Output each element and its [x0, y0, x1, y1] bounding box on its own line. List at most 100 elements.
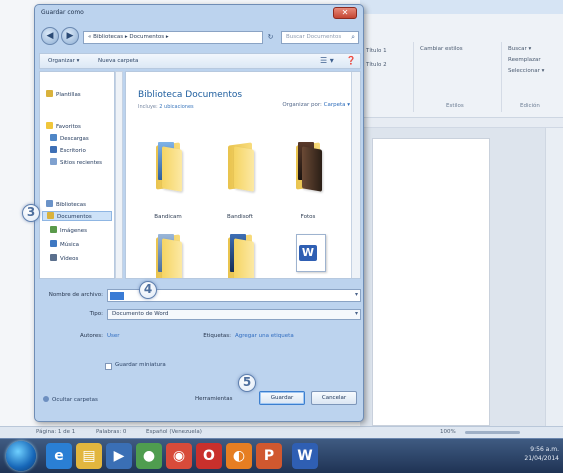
tools-menu[interactable]: Herramientas — [195, 396, 232, 402]
library-icon — [46, 200, 53, 207]
taskbar-ie-icon[interactable]: e — [46, 443, 72, 469]
ribbon-button[interactable]: Cambiar estilos — [420, 46, 463, 55]
ribbon-button[interactable]: Título 1 — [366, 48, 387, 57]
taskbar-media-icon[interactable]: ▶ — [106, 443, 132, 469]
folder-label: Bandicam — [154, 214, 182, 220]
word-scrollbar[interactable] — [545, 128, 563, 426]
address-bar[interactable]: « Bibliotecas ▸ Documentos ▸ — [83, 31, 263, 44]
file-list: Biblioteca Documentos Incluye: 2 ubicaci… — [125, 71, 361, 279]
taskbar-app-icon[interactable]: ● — [136, 443, 162, 469]
search-placeholder: Buscar Documentos — [286, 34, 342, 40]
close-button[interactable]: ✕ — [333, 7, 357, 19]
word-page[interactable] — [372, 138, 490, 426]
screen: Título 1 Título 2 Cambiar estilos Estilo… — [0, 0, 563, 473]
tags-value[interactable]: Agregar una etiqueta — [235, 333, 294, 339]
forward-button[interactable]: ▶ — [61, 27, 79, 45]
cancel-button[interactable]: Cancelar — [311, 391, 357, 405]
desktop-icon — [50, 146, 57, 153]
save-thumbnail-checkbox[interactable] — [105, 363, 112, 370]
save-button[interactable]: Guardar — [259, 391, 305, 405]
file-list-scrollbar[interactable] — [351, 72, 360, 278]
save-as-dialog: Guardar como ✕ ◀ ▶ « Bibliotecas ▸ Docum… — [34, 4, 364, 422]
music-icon — [50, 240, 57, 247]
locations-link[interactable]: 2 ubicaciones — [159, 104, 193, 110]
taskbar-word-icon[interactable]: W — [292, 443, 318, 469]
folder-item[interactable] — [220, 230, 260, 278]
taskbar-opera-icon[interactable]: O — [196, 443, 222, 469]
search-input[interactable]: Buscar Documentos ⌕ — [281, 31, 359, 44]
filetype-select[interactable]: Documento de Word ▾ — [107, 309, 361, 320]
folder-bandisoft[interactable] — [220, 138, 260, 192]
navigation-pane: Plantillas Favoritos Descargas Escritori… — [39, 71, 115, 279]
nav-scrollbar[interactable] — [115, 71, 123, 279]
help-icon[interactable]: ❓ — [346, 56, 356, 65]
nav-item-music[interactable]: Música — [50, 240, 79, 250]
status-language[interactable]: Español (Venezuela) — [146, 429, 202, 435]
filename-label: Nombre de archivo: — [48, 292, 103, 298]
folder-bandicam[interactable] — [148, 138, 188, 192]
nav-item-documents[interactable]: Documentos — [42, 211, 112, 221]
callout-3: 3 — [22, 204, 40, 222]
nav-item-favorites[interactable]: Favoritos — [46, 122, 81, 132]
folder-label: Fotos — [300, 214, 316, 220]
folder-icon — [46, 90, 53, 97]
library-includes: Incluye: 2 ubicaciones — [138, 104, 194, 110]
chevron-down-icon: ▾ — [354, 310, 358, 317]
folder-label: Bandisoft — [227, 214, 253, 220]
replace-button[interactable]: Reemplazar — [508, 57, 541, 66]
ribbon-group-label: Edición — [520, 103, 540, 109]
arrange-by[interactable]: Organizar por: Carpeta ▾ — [282, 102, 350, 108]
ribbon-button[interactable]: Título 2 — [366, 62, 387, 71]
refresh-icon[interactable]: ↻ — [264, 31, 277, 44]
folder-icon — [162, 146, 182, 192]
nav-item-recent[interactable]: Sitios recientes — [50, 158, 102, 168]
new-folder-button[interactable]: Nueva carpeta — [98, 58, 138, 64]
nav-item-pictures[interactable]: Imágenes — [50, 226, 87, 236]
nav-item-videos[interactable]: Vídeos — [50, 254, 78, 264]
tray-date: 21/04/2014 — [524, 455, 559, 462]
start-button[interactable] — [6, 441, 36, 471]
taskbar: e ▤ ▶ ● ◉ O ◐ P W 9:56 a.m. 21/04/2014 — [0, 438, 563, 473]
status-words[interactable]: Palabras: 0 — [96, 429, 126, 435]
select-button[interactable]: Seleccionar ▾ — [508, 68, 544, 77]
taskbar-firefox-icon[interactable]: ◐ — [226, 443, 252, 469]
hide-folders-toggle[interactable]: Ocultar carpetas — [43, 396, 98, 403]
folder-item[interactable] — [148, 230, 188, 278]
folder-fotos[interactable] — [288, 138, 328, 192]
nav-item-libraries[interactable]: Bibliotecas — [46, 200, 86, 210]
word-status-bar: Página: 1 de 1 Palabras: 0 Español (Vene… — [0, 426, 563, 438]
video-icon — [50, 254, 57, 261]
nav-item-templates[interactable]: Plantillas — [46, 90, 81, 100]
zoom-slider[interactable] — [465, 431, 520, 434]
zoom-level[interactable]: 100% — [440, 429, 456, 435]
recent-places-icon — [50, 158, 57, 165]
dialog-title: Guardar como — [41, 9, 84, 16]
system-tray[interactable]: 9:56 a.m. 21/04/2014 — [524, 445, 559, 463]
download-icon — [50, 134, 57, 141]
back-button[interactable]: ◀ — [41, 27, 59, 45]
nav-item-downloads[interactable]: Descargas — [50, 134, 89, 144]
find-button[interactable]: Buscar ▾ — [508, 46, 531, 55]
ribbon-group-styles-left: Título 1 Título 2 — [364, 42, 414, 112]
ribbon-group-styles: Cambiar estilos Estilos — [416, 42, 502, 112]
pictures-icon — [50, 226, 57, 233]
word-titlebar — [360, 0, 563, 14]
status-page[interactable]: Página: 1 de 1 — [36, 429, 75, 435]
folder-icon — [162, 238, 182, 278]
library-title: Biblioteca Documentos — [138, 90, 243, 100]
word-document-file[interactable]: W — [296, 234, 326, 272]
organize-button[interactable]: Organizar ▾ — [48, 58, 79, 64]
tags-label: Etiquetas: — [203, 333, 231, 339]
filetype-label: Tipo: — [89, 311, 103, 317]
nav-item-desktop[interactable]: Escritorio — [50, 146, 86, 156]
command-bar: Organizar ▾ Nueva carpeta ☰ ▾ ❓ — [39, 53, 361, 69]
taskbar-explorer-icon[interactable]: ▤ — [76, 443, 102, 469]
star-icon — [46, 122, 53, 129]
documents-icon — [47, 212, 54, 219]
views-icon[interactable]: ☰ ▾ — [320, 56, 334, 65]
chevron-down-icon[interactable]: ▾ — [355, 291, 358, 298]
taskbar-powerpoint-icon[interactable]: P — [256, 443, 282, 469]
ribbon-group-label: Estilos — [446, 103, 464, 109]
taskbar-chrome-icon[interactable]: ◉ — [166, 443, 192, 469]
authors-value[interactable]: User — [107, 333, 120, 339]
